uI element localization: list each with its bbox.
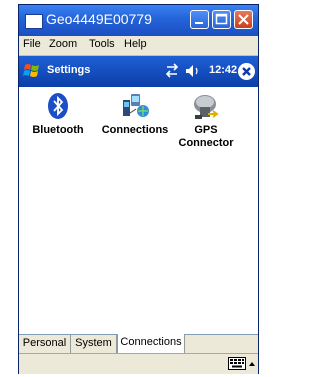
menu-bar: File Zoom Tools Help [19, 36, 258, 56]
settings-content: Bluetooth Connections GPS Connector [19, 87, 258, 334]
minimize-icon [195, 22, 203, 24]
clock[interactable]: 12:42 [209, 64, 237, 76]
command-bar [19, 353, 258, 374]
app-item-gps-connector[interactable]: GPS Connector [177, 91, 235, 150]
emulator-window: Geo4449E00779 File Zoom Tools Help Setti… [18, 4, 259, 374]
gps-connector-icon [194, 95, 219, 119]
menu-help[interactable]: Help [124, 38, 147, 50]
close-x-icon [242, 67, 251, 76]
tab-system[interactable]: System [71, 335, 117, 353]
maximize-button[interactable] [212, 10, 231, 29]
app-label: GPS [194, 124, 218, 136]
navigation-bar: Settings 12:42 [19, 56, 258, 87]
speaker-icon [186, 65, 198, 77]
minimize-button[interactable] [190, 10, 209, 29]
window-title: Geo4449E00779 [46, 11, 152, 27]
app-label: Connections [101, 124, 169, 136]
page-title: Settings [47, 64, 91, 76]
app-label: Bluetooth [32, 124, 84, 136]
menu-file[interactable]: File [23, 38, 41, 50]
bluetooth-icon [48, 93, 68, 119]
menu-zoom[interactable]: Zoom [49, 38, 77, 50]
close-settings-button[interactable] [238, 63, 255, 80]
app-label-line2: Connector [178, 137, 234, 149]
window-titlebar[interactable]: Geo4449E00779 [19, 5, 258, 36]
close-icon [238, 14, 249, 25]
tab-personal[interactable]: Personal [19, 335, 71, 353]
keyboard-icon[interactable] [228, 357, 246, 370]
close-button[interactable] [234, 10, 253, 29]
window-app-icon [25, 14, 43, 29]
connectivity-icon [165, 63, 179, 78]
menu-tools[interactable]: Tools [89, 38, 115, 50]
app-item-bluetooth[interactable]: Bluetooth [27, 91, 89, 137]
input-selector-arrow-icon[interactable] [248, 360, 256, 368]
start-windows-flag-icon[interactable] [23, 62, 41, 80]
maximize-icon [215, 13, 228, 25]
status-icons [165, 63, 198, 78]
app-item-connections[interactable]: Connections [97, 91, 173, 137]
tab-bar: Personal System Connections [19, 334, 258, 354]
connections-icon [123, 94, 149, 117]
tab-connections[interactable]: Connections [117, 334, 185, 354]
